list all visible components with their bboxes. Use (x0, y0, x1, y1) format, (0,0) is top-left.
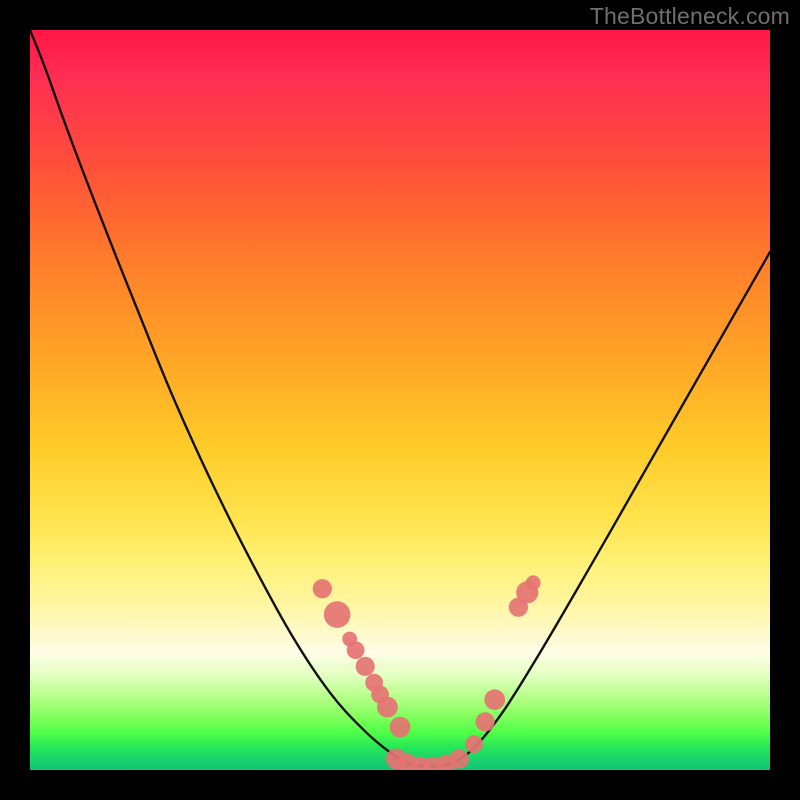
marker-point (377, 697, 398, 718)
plot-area (30, 30, 770, 770)
marker-point (465, 735, 483, 753)
marker-point (484, 689, 505, 710)
marker-point (526, 575, 541, 590)
chart-svg (30, 30, 770, 770)
marker-point (347, 641, 365, 659)
marker-point (450, 749, 469, 768)
marker-point (324, 601, 351, 628)
marker-point (356, 657, 375, 676)
marker-point (390, 717, 411, 738)
marker-point (476, 712, 495, 731)
chart-frame: TheBottleneck.com (0, 0, 800, 800)
curve-markers (313, 575, 541, 770)
v-curve (30, 30, 770, 766)
watermark-text: TheBottleneck.com (590, 3, 790, 30)
marker-point (313, 579, 332, 598)
